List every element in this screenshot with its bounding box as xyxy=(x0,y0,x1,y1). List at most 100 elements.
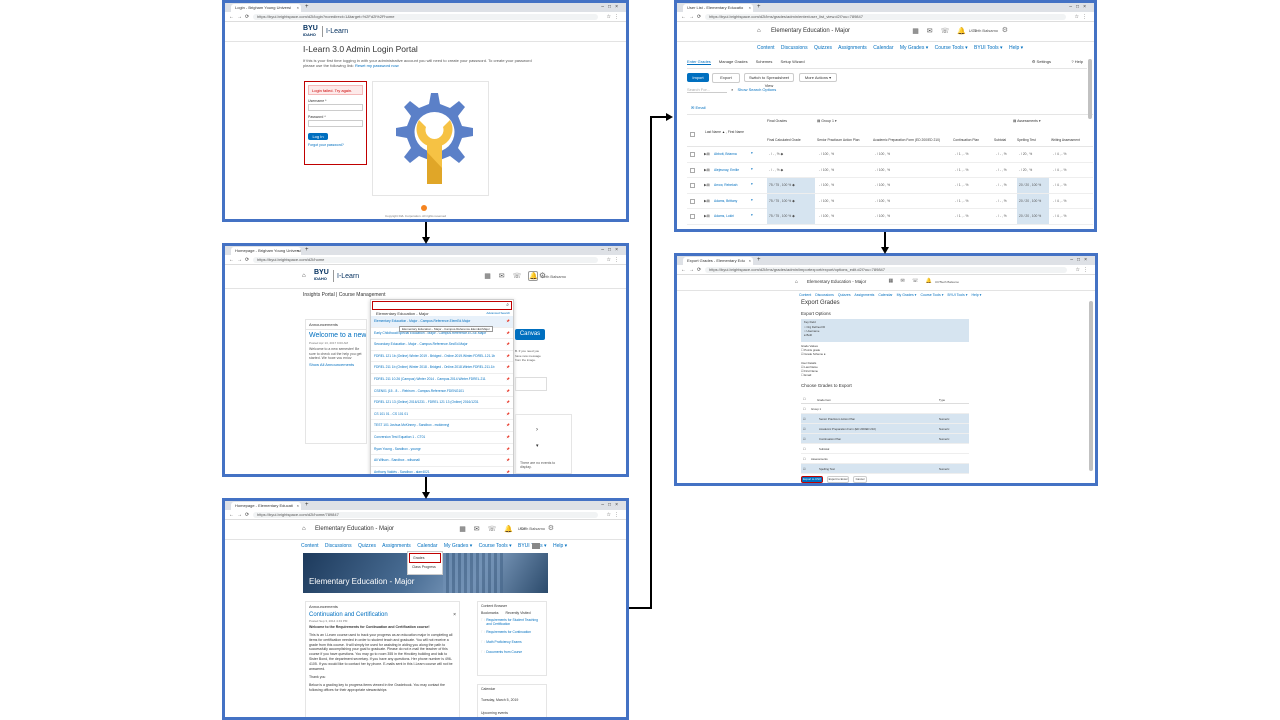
close-tab-icon[interactable]: × xyxy=(297,502,299,510)
window-controls[interactable]: –□× xyxy=(601,246,622,255)
star-icon[interactable]: ☆⋮ xyxy=(607,510,622,520)
chevron-down-icon[interactable]: ▾ xyxy=(751,151,753,155)
nav-quizzes[interactable]: Quizzes xyxy=(358,543,376,549)
grade-cell[interactable]: 20 / 20 , 100 % xyxy=(1017,178,1049,193)
nav-buttons[interactable]: ←→⟳ xyxy=(229,510,252,520)
grade-item-checkbox[interactable]: ☐ xyxy=(803,454,806,464)
search-icon[interactable]: ⌕ xyxy=(506,302,509,308)
grade-cell[interactable]: - / 100 , % xyxy=(817,163,871,178)
settings-gear-icon[interactable]: ⚙ xyxy=(539,271,546,280)
grade-cell[interactable]: - / - , % xyxy=(994,163,1014,178)
nav-buttons[interactable]: ←→⟳ xyxy=(229,12,252,22)
chevron-down-icon[interactable]: ▾ xyxy=(536,443,539,449)
help-link[interactable]: ? Help xyxy=(1071,59,1083,64)
new-tab-icon[interactable]: + xyxy=(305,501,309,510)
pin-icon[interactable]: 📌 xyxy=(506,444,510,455)
window-controls[interactable]: –□× xyxy=(1070,256,1091,265)
grade-item-checkbox[interactable]: ☐ xyxy=(803,404,806,414)
grade-cell[interactable]: 75 / 75 , 100 % ◆ xyxy=(767,178,815,193)
content-browser-item[interactable]: 🗀 Documents from Course xyxy=(478,648,546,658)
grade-item-checkbox[interactable]: ☑ xyxy=(803,414,806,424)
search-result-item[interactable]: FDREL 211 10.26 (Campus) Winter 2014 - C… xyxy=(371,374,513,386)
nav-content[interactable]: Content xyxy=(799,293,811,297)
url-field[interactable]: https://byui.brightspace.com/d2l/login?n… xyxy=(253,14,598,20)
pin-icon[interactable]: 📌 xyxy=(506,339,510,350)
nav-course-tools[interactable]: Course Tools ▾ xyxy=(920,293,943,297)
grades-search-input[interactable]: Search For... xyxy=(687,87,727,93)
row-checkbox[interactable] xyxy=(690,198,695,204)
search-icon[interactable]: ⌕ xyxy=(731,87,733,92)
close-icon[interactable]: × xyxy=(453,612,456,618)
content-browser-item[interactable]: 🗀 Requirements for Student Teaching and C… xyxy=(478,616,546,628)
nav-insights[interactable]: Insights Portal xyxy=(303,292,335,298)
import-button[interactable]: Import xyxy=(687,73,709,82)
search-result-item[interactable]: CSEN01 (15 - 8 - - Rebirom - Campus.Refe… xyxy=(371,386,513,398)
password-field[interactable] xyxy=(308,120,363,127)
student-name-link[interactable]: Arrow, Rebekah xyxy=(714,183,737,187)
user-grades-icon[interactable]: ▶▤ xyxy=(704,168,710,172)
chevron-down-icon[interactable]: ▾ xyxy=(751,198,753,202)
content-browser-item[interactable]: 🗀 Math Proficiency Exams xyxy=(478,638,546,648)
settings-gear-icon[interactable]: ⚙ xyxy=(548,524,554,532)
grade-cell[interactable]: - / 1 , - % xyxy=(953,147,993,162)
course-search-input[interactable]: Elementary Education - Major ⌕ xyxy=(372,301,512,316)
new-tab-icon[interactable]: + xyxy=(757,3,761,12)
close-tab-icon[interactable]: × xyxy=(297,247,299,255)
url-field[interactable]: https://byui.brightspace.com/d2l/lms/gra… xyxy=(705,14,1066,20)
pin-icon[interactable]: 📌 xyxy=(506,420,510,431)
pin-icon[interactable]: 📌 xyxy=(506,455,510,466)
window-controls[interactable]: –□× xyxy=(601,501,622,510)
dropdown-grades[interactable]: Grades xyxy=(409,553,441,563)
grade-cell[interactable]: - / 4 , - % xyxy=(1051,163,1091,178)
pin-icon[interactable]: 📌 xyxy=(506,351,510,362)
grade-cell[interactable]: - / - , % xyxy=(994,194,1014,209)
grade-cell[interactable]: - / - , % ◆ xyxy=(767,163,815,178)
upcoming-events[interactable]: Upcoming events xyxy=(478,707,546,717)
search-result-item[interactable]: Ryan Young - Sandbox - youngr 📌 xyxy=(371,444,513,456)
email-link[interactable]: ✉ Email xyxy=(691,105,705,110)
row-checkbox[interactable] xyxy=(690,214,695,219)
pin-icon[interactable]: 📌 xyxy=(506,467,510,474)
scrollbar[interactable] xyxy=(1089,301,1093,471)
user-name[interactable]: Seth Balsamo xyxy=(520,526,545,531)
user-grades-icon[interactable]: ▶▤ xyxy=(704,183,710,187)
content-browser-item[interactable]: 🗀 Requirements for Continuation xyxy=(478,628,546,638)
grade-cell[interactable]: - / - , % ◆ xyxy=(767,147,815,162)
window-controls[interactable]: –□× xyxy=(601,3,622,12)
nav-discussions[interactable]: Discussions xyxy=(781,45,808,51)
nav-calendar[interactable]: Calendar xyxy=(873,45,893,51)
nav-quizzes[interactable]: Quizzes xyxy=(838,293,851,297)
nav-discussions[interactable]: Discussions xyxy=(815,293,834,297)
spreadsheet-view-button[interactable]: Switch to Spreadsheet View xyxy=(744,73,794,88)
nav-quizzes[interactable]: Quizzes xyxy=(814,45,832,51)
star-icon[interactable]: ☆⋮ xyxy=(1076,265,1091,275)
grade-cell[interactable]: - / - , % xyxy=(994,147,1014,162)
pin-icon[interactable]: 📌 xyxy=(506,386,510,397)
grade-cell[interactable]: - / 100 , % xyxy=(817,147,871,162)
student-name-link[interactable]: Adams, Lokiri xyxy=(714,214,734,218)
student-name-link[interactable]: Adams, Brittany xyxy=(714,199,737,203)
more-icon[interactable] xyxy=(532,543,540,549)
nav-assignments[interactable]: Assignments xyxy=(854,293,874,297)
select-all-checkbox[interactable] xyxy=(690,132,695,137)
home-icon[interactable]: ⌂ xyxy=(302,526,306,532)
url-field[interactable]: https://byui.brightspace.com/d2l/home/78… xyxy=(253,512,598,518)
close-tab-icon[interactable]: × xyxy=(297,4,299,12)
grade-cell[interactable]: - / 1 , - % xyxy=(953,178,993,193)
star-icon[interactable]: ☆⋮ xyxy=(1075,12,1090,22)
window-controls[interactable]: –□× xyxy=(1069,3,1090,12)
search-result-item[interactable]: Ali Wilson - Sandbox - wilsonali 📌 xyxy=(371,455,513,467)
home-icon[interactable]: ⌂ xyxy=(302,273,306,279)
row-checkbox[interactable] xyxy=(690,152,695,157)
nav-my-grades[interactable]: My Grades ▾ xyxy=(444,543,472,549)
nav-my-grades[interactable]: My Grades ▾ xyxy=(900,45,928,51)
nav-course-tools[interactable]: Course Tools ▾ xyxy=(479,543,512,549)
login-button[interactable]: Log In xyxy=(308,133,328,140)
pin-icon[interactable]: 📌 xyxy=(506,432,510,443)
url-field[interactable]: https://byui.brightspace.com/d2l/lms/gra… xyxy=(705,267,1067,273)
export-button[interactable]: Export xyxy=(712,73,740,83)
forgot-password-link[interactable]: Forgot your password? xyxy=(308,143,363,147)
grade-cell[interactable]: 20 / 20 , 100 % xyxy=(1017,193,1049,209)
new-tab-icon[interactable]: + xyxy=(305,3,309,12)
row-checkbox[interactable] xyxy=(690,167,695,173)
